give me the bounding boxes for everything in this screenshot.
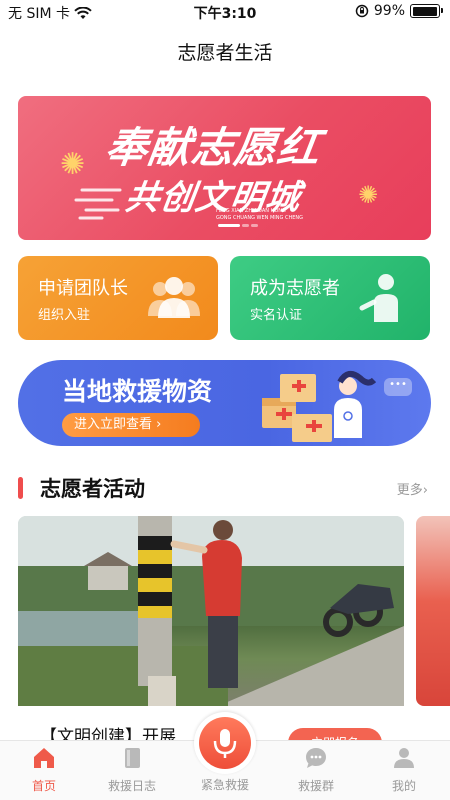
hero-banner[interactable]: ✺ ✺ 奉献志愿红 共创文明城 FENG XIAN ZHI YUAN HONG …: [18, 96, 431, 240]
chat-bubble-decoration: •••: [384, 378, 412, 396]
orientation-lock-icon: [355, 4, 369, 18]
home-icon: [34, 748, 54, 768]
battery-percent: 99%: [373, 3, 405, 19]
page-title: 志愿者生活: [177, 42, 273, 64]
next-activity-card-peek[interactable]: [416, 516, 450, 706]
tab-rescue-group[interactable]: 救援群: [276, 741, 356, 800]
card-subtitle: 实名认证: [250, 308, 303, 323]
battery-level: [412, 6, 438, 16]
tab-label: 首页: [31, 779, 56, 793]
activity-photo-scene: [18, 516, 404, 706]
emergency-rescue-button[interactable]: [194, 712, 256, 774]
view-supplies-button[interactable]: 进入立即查看 ›: [62, 413, 200, 437]
banner-pager-dot[interactable]: [218, 224, 240, 227]
banner-pinyin: FENG XIAN ZHI YUAN HONG GONG CHUANG WEN …: [216, 208, 303, 222]
more-link[interactable]: 更多›: [397, 479, 428, 498]
tab-mine[interactable]: 我的: [364, 741, 444, 800]
become-volunteer-card[interactable]: 成为志愿者 实名认证: [230, 256, 430, 340]
chat-icon: [306, 748, 326, 768]
log-icon: [125, 748, 140, 768]
tab-rescue-log[interactable]: 救援日志: [92, 741, 172, 800]
banner-pager[interactable]: [218, 224, 258, 227]
profile-icon: [394, 748, 414, 768]
activity-card[interactable]: 【文明创建】开展 立即报名: [18, 516, 404, 746]
status-right: 99%: [355, 3, 443, 19]
tab-label: 救援日志: [107, 779, 156, 793]
flower-decoration-icon: ✺: [60, 147, 86, 182]
tab-label: 救援群: [297, 779, 334, 793]
section-title: 志愿者活动: [40, 477, 145, 501]
banner-headline-1: 奉献志愿红: [102, 123, 325, 172]
card-subtitle: 组织入驻: [38, 308, 91, 323]
supply-boxes-illustration: [262, 370, 376, 442]
flower-decoration-icon: ✺: [358, 181, 379, 209]
volunteer-icon: [359, 274, 398, 322]
tab-emergency-rescue-label[interactable]: 紧急救援: [185, 776, 265, 793]
card-title: 申请团队长: [38, 278, 128, 299]
apply-team-leader-card[interactable]: 申请团队长 组织入驻: [18, 256, 218, 340]
tab-home[interactable]: 首页: [4, 741, 84, 800]
section-accent-bar: [18, 477, 23, 499]
tab-label: 我的: [391, 779, 416, 793]
banner-pager-dot[interactable]: [251, 224, 258, 227]
status-bar: 无 SIM 卡 下午3:10 99%: [0, 0, 450, 24]
supplies-title: 当地救援物资: [62, 377, 213, 406]
battery-icon: [410, 4, 443, 18]
emergency-rescue-circle[interactable]: [199, 717, 251, 769]
card-title: 成为志愿者: [250, 278, 340, 299]
rescue-supplies-banner[interactable]: 当地救援物资 进入立即查看 › •••: [18, 360, 431, 446]
activity-photo: [18, 516, 404, 706]
banner-pinyin-2: GONG CHUANG WEN MING CHENG: [216, 215, 303, 221]
banner-pager-dot[interactable]: [242, 224, 249, 227]
banner-pinyin-1: FENG XIAN ZHI YUAN HONG: [216, 208, 286, 214]
team-icon: [148, 277, 200, 318]
sos-icon: [213, 729, 237, 758]
